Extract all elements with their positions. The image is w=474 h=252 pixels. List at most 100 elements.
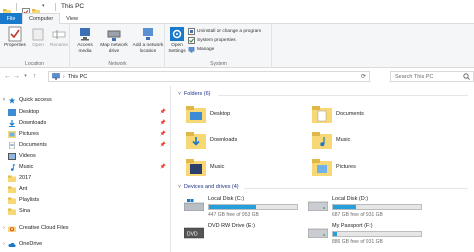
- nav-label: Ant: [19, 186, 28, 192]
- manage-button[interactable]: Manage: [188, 46, 214, 53]
- uninstall-icon: [188, 28, 195, 35]
- new-folder-icon[interactable]: [32, 3, 40, 15]
- folder-icon[interactable]: [3, 3, 11, 15]
- nav-item-desktop[interactable]: Desktop 📌: [0, 107, 170, 117]
- nav-label: Playlists: [19, 197, 40, 203]
- pin-icon[interactable]: 📌: [160, 109, 166, 115]
- title-bar: ▾ This PC: [0, 0, 474, 16]
- recent-locations-chevron-icon[interactable]: ▾: [21, 73, 30, 79]
- nav-item-sina[interactable]: Sina: [0, 206, 170, 216]
- open-button[interactable]: Open: [28, 26, 48, 49]
- nav-item-pictures[interactable]: Pictures 📌: [0, 129, 170, 139]
- breadcrumb-separator-icon[interactable]: ›: [63, 74, 65, 80]
- search-box[interactable]: Search This PC: [390, 71, 474, 82]
- uninstall-program-button[interactable]: Uninstall or change a program: [188, 28, 261, 35]
- folder-label: Documents: [336, 111, 364, 117]
- nav-item-2017[interactable]: 2017: [0, 173, 170, 183]
- nav-item-documents[interactable]: Documents 📌: [0, 140, 170, 150]
- onedrive-cloud-icon: [8, 242, 16, 247]
- folder-label: Pictures: [336, 164, 356, 170]
- folder-pictures[interactable]: Pictures: [312, 158, 356, 176]
- open-settings-button[interactable]: Open Settings: [167, 26, 187, 54]
- search-input[interactable]: Search This PC: [395, 74, 433, 80]
- properties-icon: [8, 26, 22, 42]
- rename-label: Rename: [49, 43, 69, 48]
- folder-icon: [8, 186, 16, 193]
- tab-view[interactable]: View: [60, 13, 84, 24]
- folder-icon: [8, 197, 16, 204]
- nav-label: Downloads: [19, 120, 47, 126]
- drive-e[interactable]: DVD DVD RW Drive (E:): [184, 223, 310, 249]
- nav-item-videos[interactable]: Videos: [0, 151, 170, 161]
- pictures-folder-icon: [312, 159, 332, 176]
- drive-usage-fill: [333, 232, 338, 236]
- system-properties-button[interactable]: System properties: [188, 37, 236, 44]
- nav-item-downloads[interactable]: Downloads 📌: [0, 118, 170, 128]
- properties-check-icon[interactable]: [22, 3, 30, 16]
- devices-heading: Devices and drives (4): [183, 184, 239, 190]
- folder-music[interactable]: Music: [312, 131, 350, 149]
- devices-section-header[interactable]: ˅ Devices and drives (4): [178, 184, 239, 190]
- group-label-location: Location: [25, 61, 44, 67]
- nav-label: Documents: [19, 142, 47, 148]
- add-location-icon: [143, 28, 153, 40]
- chevron-right-icon[interactable]: ›: [0, 225, 8, 231]
- map-drive-icon: [107, 30, 121, 41]
- drive-usage-bar: [332, 231, 422, 237]
- pin-icon[interactable]: 📌: [160, 164, 166, 170]
- chevron-down-icon[interactable]: ˅: [178, 184, 181, 190]
- ribbon-group-network: Access media Map network drive Add a net…: [71, 24, 165, 68]
- back-arrow-icon[interactable]: ←: [3, 73, 12, 80]
- nav-quick-access[interactable]: ˅ Quick access: [0, 95, 170, 105]
- up-arrow-icon[interactable]: ↑: [30, 73, 39, 80]
- drive-usage-bar: [208, 204, 298, 210]
- navigation-pane: ˅ Quick access Desktop 📌 Downloads 📌 Pic…: [0, 86, 171, 252]
- address-bar[interactable]: › This PC ⟳: [48, 71, 370, 82]
- add-network-location-button[interactable]: Add a network location: [131, 26, 165, 54]
- tab-file[interactable]: File: [0, 13, 22, 24]
- pin-icon[interactable]: 📌: [160, 120, 166, 126]
- nav-item-playlists[interactable]: Playlists: [0, 195, 170, 205]
- add-network-location-label: Add a network location: [132, 43, 164, 54]
- nav-label: Music: [19, 164, 34, 170]
- drive-free-space: 687 GB free of 931 GB: [332, 212, 383, 218]
- drive-f[interactable]: My Passport (F:) 886 GB free of 931 GB: [308, 223, 434, 249]
- drive-free-space: 886 GB free of 931 GB: [332, 239, 383, 245]
- properties-button[interactable]: Properties: [2, 26, 28, 49]
- folder-label: Desktop: [210, 111, 231, 117]
- map-network-drive-button[interactable]: Map network drive: [99, 26, 129, 54]
- refresh-icon[interactable]: ⟳: [361, 73, 366, 80]
- ribbon-group-system: Open Settings Uninstall or change a prog…: [166, 24, 272, 68]
- drive-d[interactable]: Local Disk (D:) 687 GB free of 931 GB: [308, 196, 434, 222]
- nav-onedrive[interactable]: › OneDrive: [0, 239, 170, 249]
- pin-icon[interactable]: 📌: [160, 142, 166, 148]
- folder-music-2[interactable]: Music: [186, 158, 224, 176]
- settings-gear-icon: [170, 27, 184, 41]
- chevron-down-icon[interactable]: ˅: [178, 91, 181, 97]
- pin-icon[interactable]: 📌: [160, 131, 166, 137]
- nav-label: OneDrive: [19, 241, 43, 247]
- desktop-icon: [8, 108, 16, 116]
- drive-c[interactable]: Local Disk (C:) 447 GB free of 953 GB: [184, 196, 310, 222]
- chevron-right-icon[interactable]: ›: [0, 241, 8, 247]
- rename-button[interactable]: Rename: [48, 26, 70, 49]
- open-settings-label: Open Settings: [168, 43, 186, 54]
- folder-downloads[interactable]: Downloads: [186, 131, 237, 149]
- creative-cloud-icon: [8, 226, 16, 232]
- folder-documents[interactable]: Documents: [312, 105, 364, 123]
- folders-section-header[interactable]: ˅ Folders (6): [178, 91, 211, 97]
- nav-creative-cloud-files[interactable]: › Creative Cloud Files: [0, 223, 170, 233]
- ribbon-group-location: Properties Open Rename Location: [0, 24, 70, 68]
- nav-item-ant[interactable]: Ant: [0, 184, 170, 194]
- access-media-button[interactable]: Access media: [73, 26, 97, 54]
- drive-name: Local Disk (C:): [208, 196, 245, 202]
- hard-drive-icon: [308, 201, 328, 211]
- documents-folder-icon: [312, 106, 332, 123]
- folder-icon: [8, 175, 16, 182]
- nav-item-music[interactable]: Music 📌: [0, 162, 170, 172]
- forward-arrow-icon[interactable]: →: [12, 73, 21, 80]
- chevron-down-icon[interactable]: ˅: [0, 97, 8, 103]
- breadcrumb-this-pc[interactable]: This PC: [68, 74, 88, 80]
- customize-dropdown-icon[interactable]: ▾: [42, 3, 50, 11]
- folder-desktop[interactable]: Desktop: [186, 105, 230, 123]
